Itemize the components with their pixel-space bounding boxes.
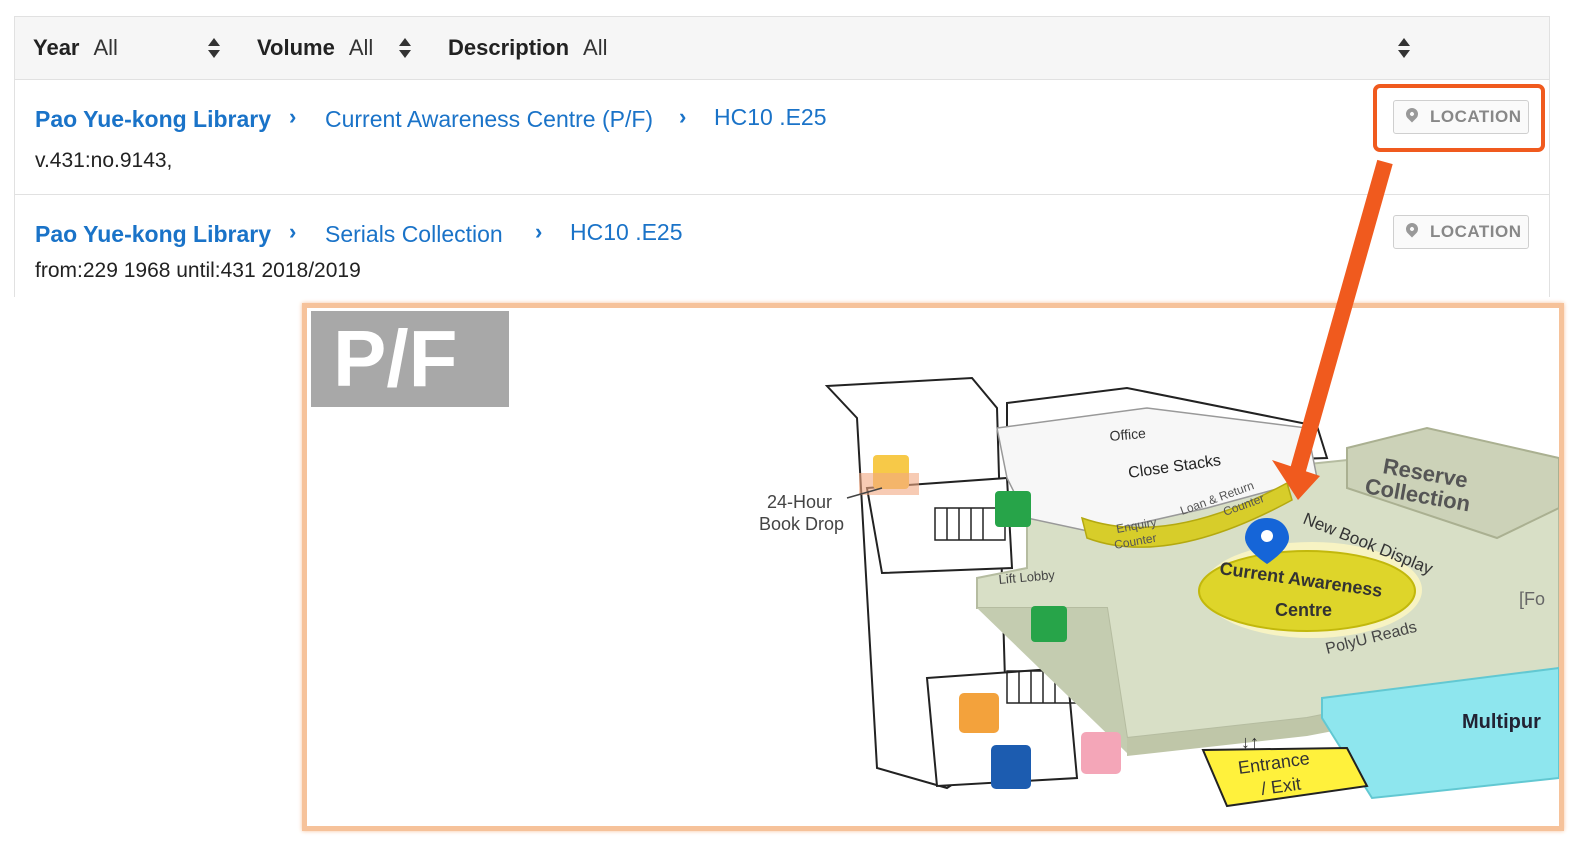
- library-link[interactable]: Pao Yue-kong Library: [35, 106, 271, 133]
- chevron-right-icon: ›: [289, 104, 297, 129]
- floor-map: P/F Office Close Stacks Loan & Return Co…: [302, 303, 1564, 831]
- svg-text:24-Hour: 24-Hour: [767, 492, 832, 512]
- call-number-link[interactable]: HC10 .E25: [570, 219, 683, 246]
- male-toilet-icon: [991, 745, 1031, 789]
- location-button[interactable]: LOCATION: [1393, 215, 1529, 249]
- elevator-icon: [1031, 606, 1067, 642]
- holdings-panel: Year All Volume All Description All Pao Yue…: [14, 16, 1550, 297]
- map-pin-icon: [1403, 220, 1421, 238]
- holding-info: v.431:no.9143,: [35, 149, 173, 172]
- call-number-link[interactable]: HC10 .E25: [714, 104, 827, 131]
- year-filter[interactable]: Year All: [33, 35, 118, 61]
- svg-text:Multipur: Multipur: [1462, 711, 1541, 733]
- volume-sort-icon[interactable]: [398, 37, 412, 61]
- filter-bar: Year All Volume All Description All: [15, 17, 1549, 80]
- svg-text:Book Drop: Book Drop: [759, 514, 844, 534]
- library-link[interactable]: Pao Yue-kong Library: [35, 221, 271, 248]
- female-toilet-icon: [1081, 732, 1121, 774]
- holding-row: Pao Yue-kong Library › Serials Collectio…: [15, 195, 1549, 297]
- floor-plan: Office Close Stacks Loan & Return Counte…: [759, 376, 1559, 808]
- location-link[interactable]: Serials Collection: [325, 221, 503, 248]
- chevron-right-icon: ›: [289, 219, 297, 244]
- chevron-right-icon: ›: [679, 104, 687, 129]
- location-button-label: LOCATION: [1430, 222, 1522, 241]
- svg-text:Office: Office: [1109, 425, 1147, 444]
- description-sort-icon[interactable]: [1397, 37, 1411, 61]
- location-button-highlight: [1373, 84, 1545, 152]
- year-sort-icon[interactable]: [207, 37, 221, 61]
- svg-text:↓↑: ↓↑: [1241, 732, 1259, 752]
- svg-text:[Fo: [Fo: [1519, 589, 1545, 609]
- volume-filter[interactable]: Volume All: [257, 35, 373, 61]
- description-filter[interactable]: Description All: [448, 35, 607, 61]
- wheelchair-icon: [959, 693, 999, 733]
- elevator-icon: [995, 491, 1031, 527]
- svg-text:Centre: Centre: [1275, 600, 1332, 620]
- holding-row: Pao Yue-kong Library › Current Awareness…: [15, 80, 1549, 195]
- holding-info: from:229 1968 until:431 2018/2019: [35, 259, 361, 282]
- chevron-right-icon: ›: [535, 219, 543, 244]
- location-link[interactable]: Current Awareness Centre (P/F): [325, 106, 653, 133]
